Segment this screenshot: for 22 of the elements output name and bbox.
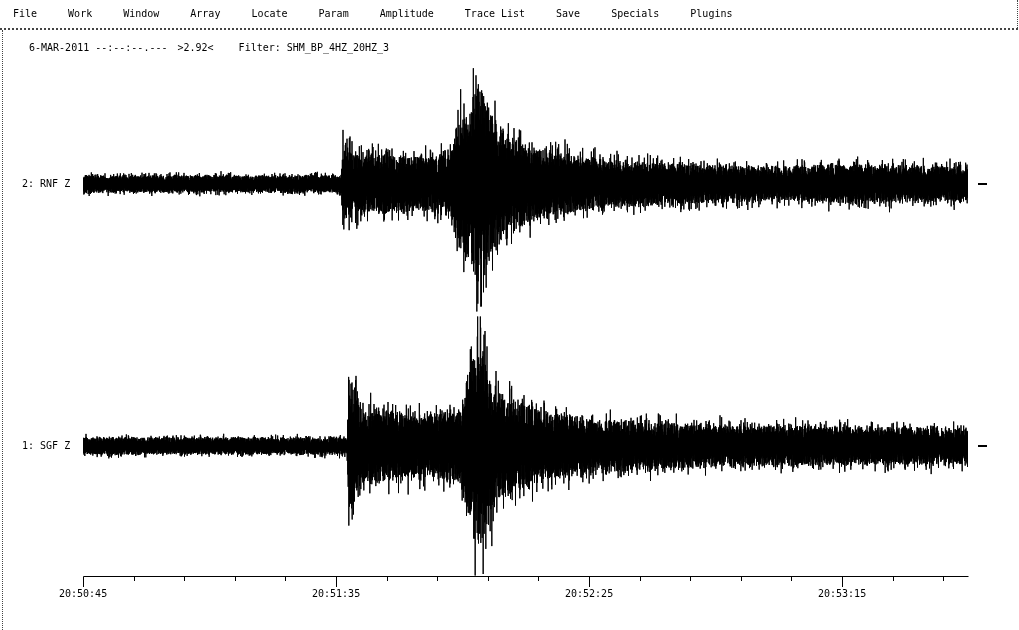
menu-item[interactable]: Amplitude [379,8,434,20]
menu-item[interactable]: Array [190,8,221,20]
menu-item[interactable]: Plugins [690,8,733,20]
ratio-text: >2.92< [177,42,214,54]
time-label: 20:53:15 [818,588,866,600]
menu-item[interactable]: File [13,8,38,20]
time-label: 20:50:45 [59,588,107,600]
menu-item[interactable]: Specials [611,8,660,20]
dash-icon [978,445,987,447]
menu-item[interactable]: Locate [251,8,288,20]
time-label: 20:51:35 [312,588,360,600]
menu-item[interactable]: Window [123,8,160,20]
menu-item[interactable]: Work [68,8,93,20]
menu-item[interactable]: Param [318,8,349,20]
date-time-text: 6-MAR-2011 --:--:--.--- [29,42,168,54]
menu-item[interactable]: Trace List [464,8,526,20]
trace-label: 1: SGF Z [22,440,70,452]
dash-icon [978,183,987,185]
filter-text: Filter: SHM_BP_4HZ_20HZ_3 [238,42,390,54]
trace-label: 2: RNF Z [22,178,70,190]
menu-item[interactable]: Save [556,8,581,20]
time-label: 20:52:25 [565,588,613,600]
